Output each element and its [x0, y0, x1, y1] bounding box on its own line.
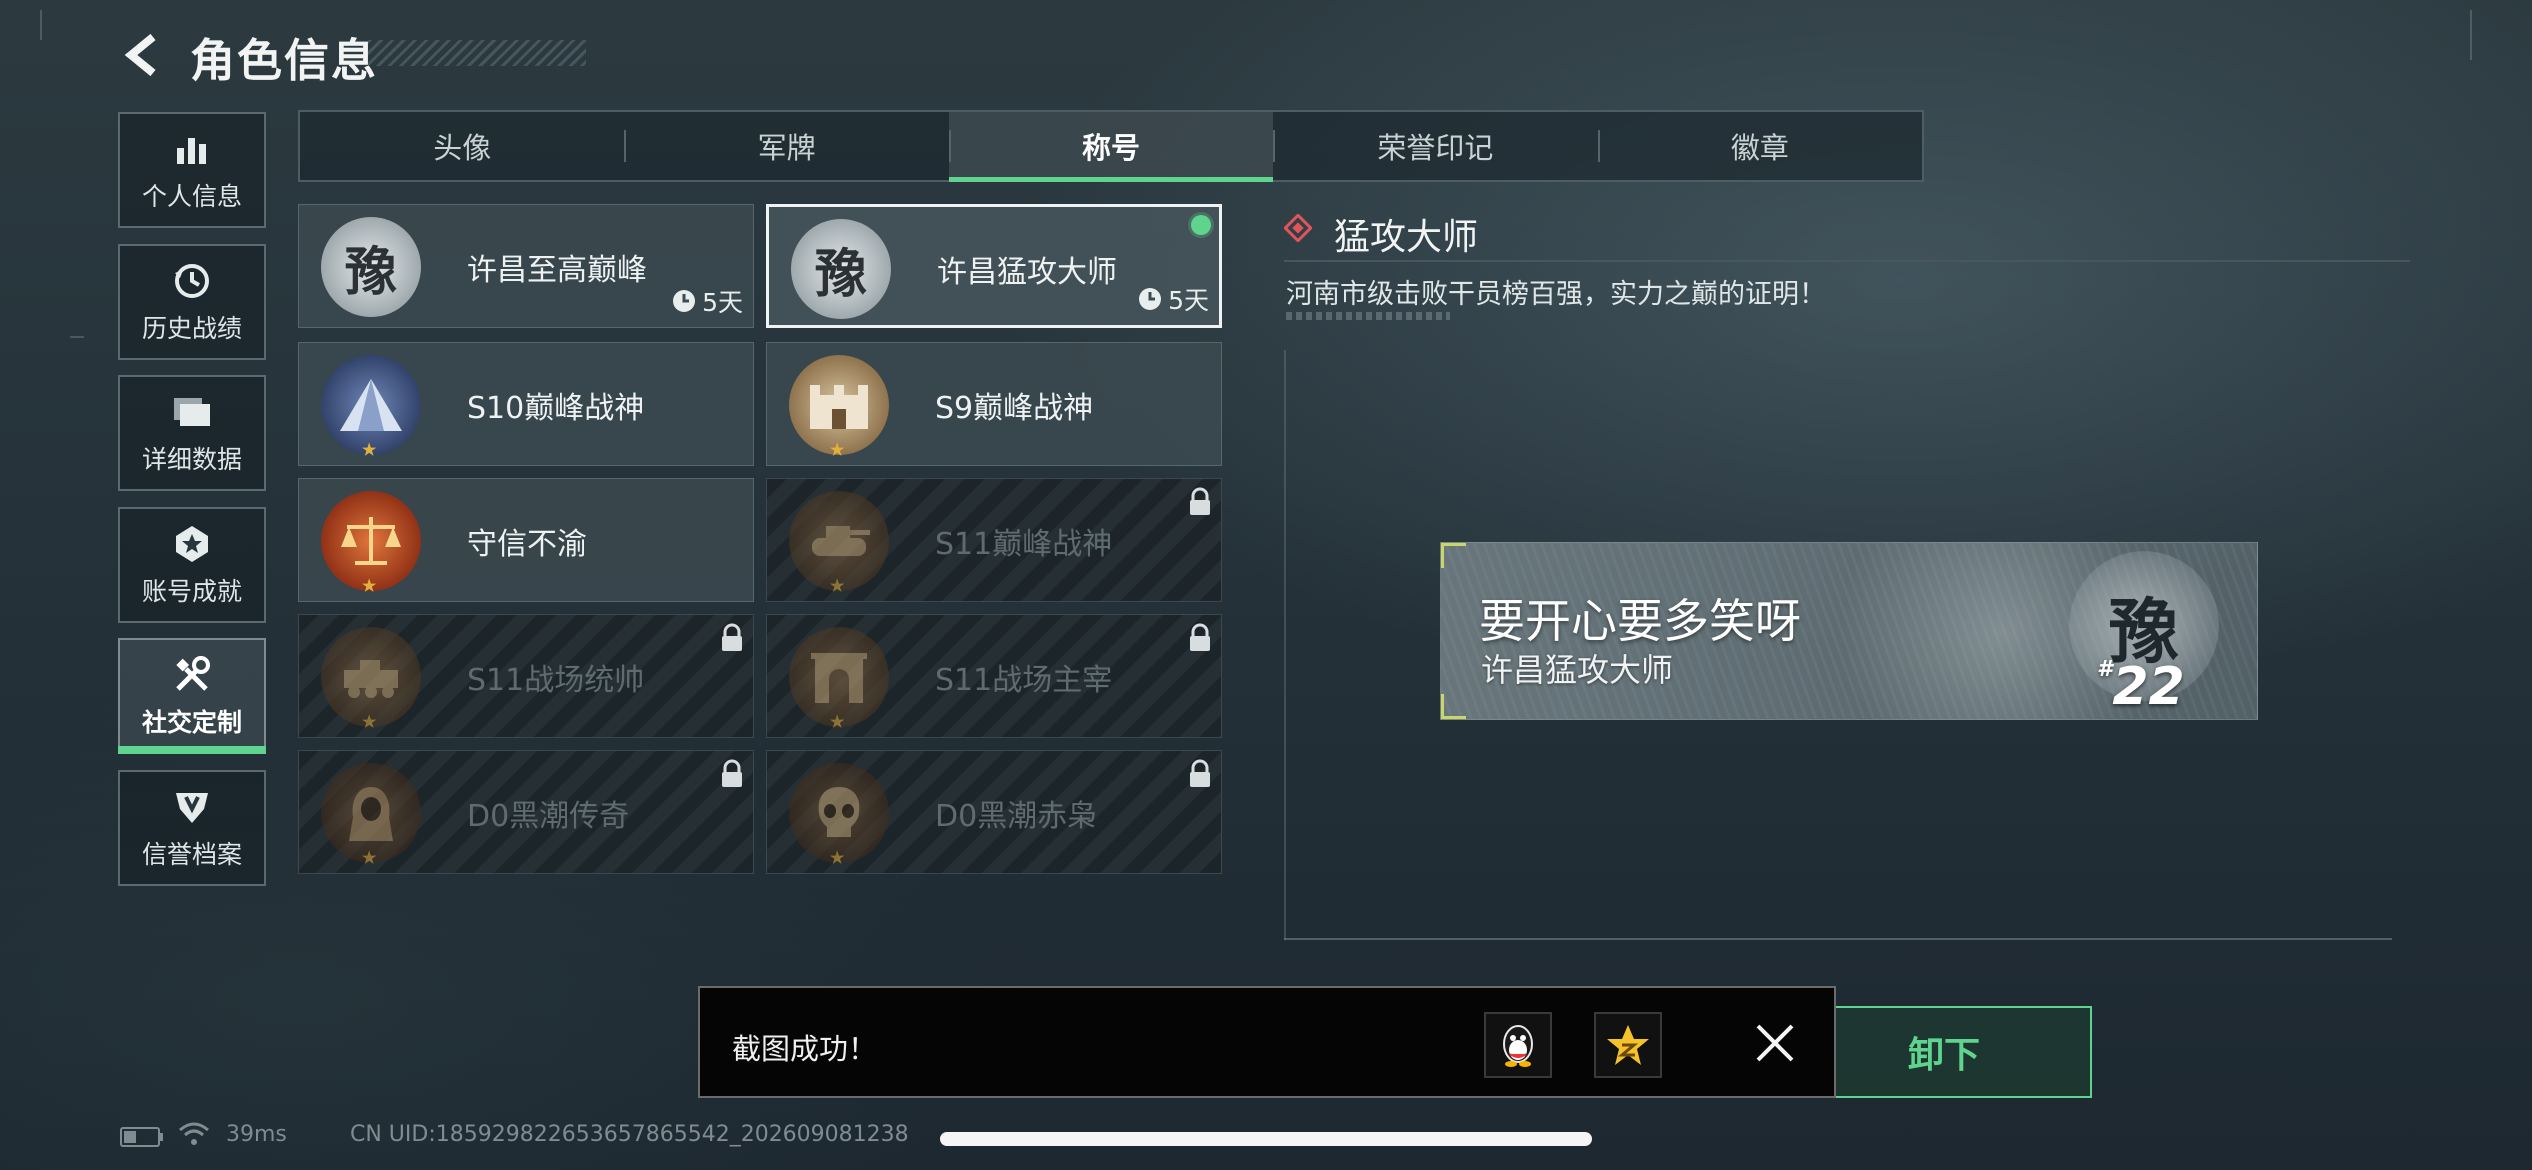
timer-value: 5天	[1168, 286, 1209, 315]
card-label: S11巅峰战神	[935, 527, 1113, 562]
yu-emblem-icon: 豫	[321, 217, 421, 317]
clock-icon	[1139, 288, 1162, 310]
nameplate-rank: #22	[2097, 657, 2185, 717]
frame-tick	[40, 10, 42, 40]
tank-emblem-icon: ★	[789, 491, 889, 595]
timer-value: 5天	[702, 288, 743, 317]
rank-prefix: #	[2097, 657, 2113, 682]
page-title: 角色信息	[190, 34, 379, 87]
share-qq-button[interactable]	[1484, 1012, 1552, 1078]
card-label: 许昌至高巅峰	[467, 253, 647, 288]
card-label: S11战场统帅	[467, 663, 645, 698]
tab-honor-mark[interactable]: 荣誉印记	[1273, 112, 1597, 180]
lock-icon	[1190, 623, 1210, 651]
arch-emblem-icon: ★	[789, 627, 889, 731]
sidebar-item-achievements[interactable]: 账号成就	[118, 507, 266, 623]
card-label: 许昌猛攻大师	[937, 255, 1117, 290]
frame-corner	[1441, 694, 1466, 719]
card-label: S10巅峰战神	[467, 391, 645, 426]
title-card[interactable]: ★ 守信不渝	[298, 478, 754, 602]
pyramid-emblem-icon: ★	[321, 355, 421, 459]
sidebar-item-personal-info[interactable]: 个人信息	[118, 112, 266, 228]
frame-tick	[70, 336, 84, 338]
sidebar-item-label: 详细数据	[141, 445, 242, 474]
screenshot-toast: 截图成功！	[698, 986, 1836, 1098]
yu-emblem-icon: 豫	[791, 219, 891, 319]
title-card-selected[interactable]: 豫 许昌猛攻大师 5天	[766, 204, 1222, 328]
wifi-icon	[179, 1122, 209, 1145]
clock-icon	[673, 290, 696, 312]
sidebar-item-label: 信誉档案	[141, 840, 242, 869]
tab-bar: 头像 军牌 称号 荣誉印记 徽章	[298, 110, 1924, 182]
battery-icon	[120, 1127, 163, 1147]
hooded-figure-emblem-icon: ★	[321, 763, 421, 867]
title-card-locked[interactable]: ★ S11战场主宰	[766, 614, 1222, 738]
share-qzone-button[interactable]	[1594, 1012, 1662, 1078]
back-button[interactable]	[118, 28, 168, 82]
nameplate-motto: 要开心要多笑呀	[1479, 594, 1801, 648]
rank-value: 22	[2112, 657, 2185, 717]
sidebar-item-label: 账号成就	[141, 577, 242, 606]
sidebar-item-detailed-data[interactable]: 详细数据	[118, 375, 266, 491]
shield-icon	[170, 785, 214, 829]
lock-icon	[1190, 487, 1210, 515]
sidebar-item-label: 历史战绩	[141, 314, 242, 343]
qzone-star-icon	[1607, 1025, 1649, 1065]
title-card[interactable]: ★ S9巅峰战神	[766, 342, 1222, 466]
frame-tick	[2470, 10, 2472, 60]
equipped-indicator-icon	[1191, 215, 1211, 235]
close-icon[interactable]	[1750, 1018, 1800, 1068]
nameplate-preview: 要开心要多笑呀 许昌猛攻大师 豫 #22	[1440, 542, 2258, 720]
diamond-icon	[1284, 214, 1312, 242]
tab-badge[interactable]: 徽章	[1597, 112, 1922, 180]
title-card[interactable]: ★ S10巅峰战神	[298, 342, 754, 466]
card-label: 守信不渝	[467, 527, 587, 562]
ping-value: 39ms	[226, 1122, 287, 1147]
title-card-locked[interactable]: ★ S11巅峰战神	[766, 478, 1222, 602]
home-indicator[interactable]	[940, 1132, 1592, 1146]
card-label: S11战场主宰	[935, 663, 1113, 698]
user-uid: CN UID:1859298226536578655​42_2026090812…	[350, 1122, 909, 1147]
detail-meta-deco	[1286, 312, 1450, 320]
history-clock-icon	[170, 259, 214, 303]
tab-avatar[interactable]: 头像	[300, 112, 624, 180]
card-label: D0黑潮传奇	[467, 799, 630, 834]
card-label: D0黑潮赤枭	[935, 799, 1098, 834]
sidebar-item-credit-record[interactable]: 信誉档案	[118, 770, 266, 886]
sidebar-item-label: 社交定制	[141, 708, 242, 737]
title-card-locked[interactable]: ★ D0黑潮赤枭	[766, 750, 1222, 874]
wrench-screwdriver-icon	[170, 653, 214, 697]
vehicle-emblem-icon: ★	[321, 627, 421, 731]
sidebar-item-label: 个人信息	[141, 182, 242, 211]
fortress-emblem-icon: ★	[789, 355, 889, 459]
skull-emblem-icon: ★	[789, 763, 889, 867]
detail-title: 猛攻大师	[1334, 217, 1479, 258]
scales-emblem-icon: ★	[321, 491, 421, 595]
toast-message: 截图成功！	[732, 1032, 878, 1066]
back-arrow-icon	[124, 33, 156, 77]
card-timer: 5天	[1138, 281, 1209, 317]
card-label: S9巅峰战神	[935, 391, 1094, 426]
folders-icon	[170, 390, 214, 434]
qq-penguin-icon	[1503, 1025, 1533, 1067]
sidebar-item-social-custom[interactable]: 社交定制	[118, 638, 266, 754]
frame-corner	[1441, 543, 1466, 568]
tab-dog-tag[interactable]: 军牌	[624, 112, 948, 180]
title-card-locked[interactable]: ★ S11战场统帅	[298, 614, 754, 738]
title-card-locked[interactable]: ★ D0黑潮传奇	[298, 750, 754, 874]
lock-icon	[722, 759, 742, 787]
divider	[1284, 260, 2410, 262]
achievement-star-icon	[170, 522, 214, 566]
bar-chart-icon	[170, 127, 214, 171]
divider	[1284, 938, 2392, 940]
nameplate-title: 许昌猛攻大师	[1481, 651, 1674, 689]
detail-description: 河南市级击败干员榜百强，实力之巅的证明！	[1286, 279, 1826, 310]
title-decoration	[368, 40, 586, 66]
tab-title[interactable]: 称号	[948, 112, 1274, 182]
card-timer: 5天	[672, 283, 743, 319]
sidebar-item-history[interactable]: 历史战绩	[118, 244, 266, 360]
lock-icon	[1190, 759, 1210, 787]
title-card[interactable]: 豫 许昌至高巅峰 5天	[298, 204, 754, 328]
lock-icon	[722, 623, 742, 651]
